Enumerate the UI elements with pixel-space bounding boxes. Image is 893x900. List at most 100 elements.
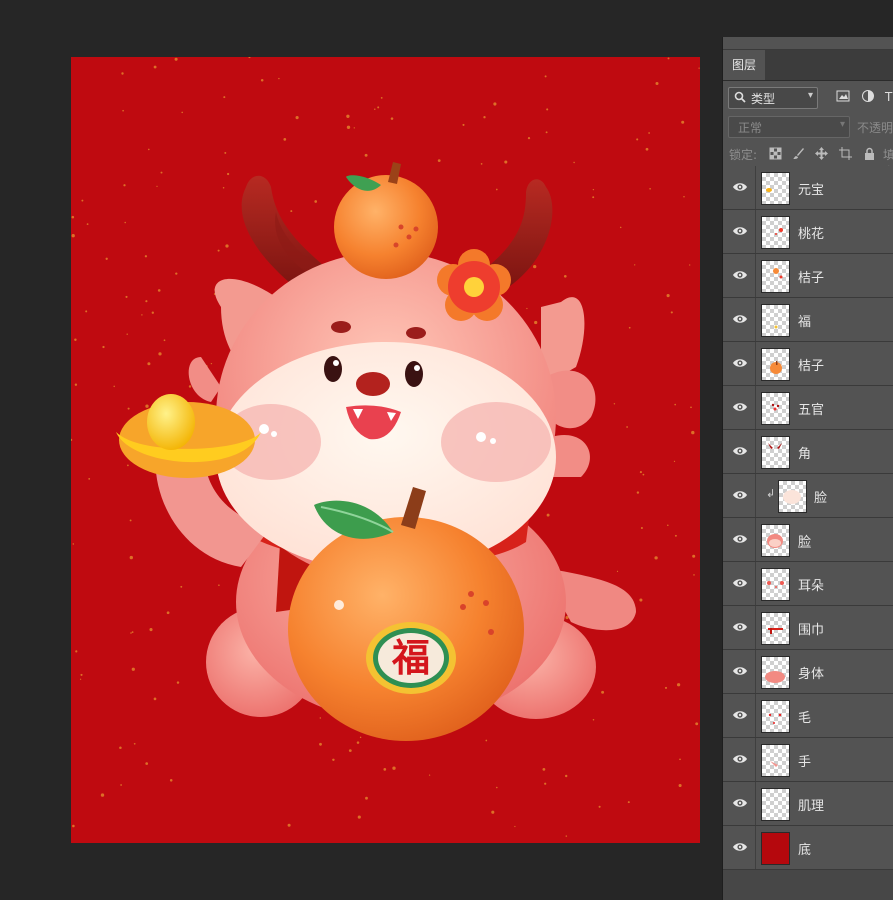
lock-pixels-brush-icon[interactable] (792, 147, 805, 160)
visibility-eye-icon[interactable] (732, 709, 748, 721)
layer-name[interactable]: 围巾 (798, 619, 824, 638)
visibility-eye-icon[interactable] (732, 269, 748, 281)
layer-name[interactable]: 手 (798, 751, 811, 770)
layer-thumbnail-art (762, 833, 789, 864)
visibility-eye-icon[interactable] (732, 313, 748, 325)
panel-tabbar: 图层 (723, 50, 893, 81)
layer-name[interactable]: 耳朵 (798, 575, 824, 594)
visibility-eye-icon[interactable] (732, 753, 748, 765)
layer-name[interactable]: 桔子 (798, 355, 824, 374)
fu-badge-text: 福 (391, 635, 430, 680)
type-layer-filter-icon[interactable]: T (883, 89, 893, 103)
layer-row[interactable]: 脸 (723, 518, 893, 562)
layer-row[interactable]: 手 (723, 738, 893, 782)
eye-column-divider (755, 386, 756, 429)
tab-layers[interactable]: 图层 (723, 50, 765, 80)
lock-artboard-icon[interactable] (839, 147, 852, 160)
eye-column-divider (755, 606, 756, 649)
layer-name[interactable]: 桔子 (798, 267, 824, 286)
layer-row[interactable]: 底 (723, 826, 893, 870)
lock-all-icon[interactable] (863, 147, 876, 160)
layer-name[interactable]: 毛 (798, 707, 811, 726)
layer-thumbnail[interactable] (761, 700, 790, 733)
layer-thumbnail[interactable] (761, 788, 790, 821)
eye-column-divider (755, 342, 756, 385)
layer-name[interactable]: 元宝 (798, 179, 824, 198)
layer-thumbnail-art (770, 361, 782, 374)
eye-column-divider (755, 254, 756, 297)
layer-thumbnail[interactable] (761, 216, 790, 249)
layer-thumbnail[interactable] (761, 348, 790, 381)
layer-thumbnail[interactable] (761, 304, 790, 337)
visibility-eye-icon[interactable] (732, 797, 748, 809)
layer-name[interactable]: 肌理 (798, 795, 824, 814)
layer-name[interactable]: 五官 (798, 399, 824, 418)
visibility-eye-icon[interactable] (732, 621, 748, 633)
visibility-eye-icon[interactable] (732, 577, 748, 589)
filter-kind-select[interactable]: 类型 ▾ (728, 87, 818, 109)
layer-row[interactable]: 毛 (723, 694, 893, 738)
layer-row[interactable]: 耳朵 (723, 562, 893, 606)
layer-row[interactable]: 肌理 (723, 782, 893, 826)
layer-name[interactable]: 福 (798, 311, 811, 330)
layer-name[interactable]: 角 (798, 443, 811, 462)
visibility-eye-icon[interactable] (732, 533, 748, 545)
layer-row[interactable]: 桔子 (723, 254, 893, 298)
layer-thumbnail[interactable] (761, 832, 790, 865)
layer-thumbnail[interactable] (761, 656, 790, 689)
layer-row[interactable]: 桔子 (723, 342, 893, 386)
layer-thumbnail[interactable] (761, 744, 790, 777)
visibility-eye-icon[interactable] (732, 357, 748, 369)
layer-name[interactable]: 底 (798, 839, 811, 858)
layer-name[interactable]: 身体 (798, 663, 824, 682)
layer-thumbnail[interactable] (761, 568, 790, 601)
layer-thumbnail-art (768, 443, 782, 449)
blend-mode-select[interactable]: 正常 ▾ (728, 116, 850, 138)
visibility-eye-icon[interactable] (732, 445, 748, 457)
opacity-label[interactable]: 不透明度: (857, 119, 893, 136)
filter-kind-label: 类型 (751, 92, 776, 106)
eye-column-divider (755, 694, 756, 737)
layer-thumbnail[interactable] (761, 612, 790, 645)
layer-row[interactable]: ↲ 脸 (723, 474, 893, 518)
layer-thumbnail-art (768, 628, 783, 634)
layer-thumbnail-art (775, 228, 783, 235)
visibility-eye-icon[interactable] (732, 225, 748, 237)
layer-name[interactable]: 脸 (798, 531, 811, 550)
layer-name[interactable]: 桃花 (798, 223, 824, 242)
document-canvas[interactable]: 福 (71, 57, 700, 843)
eye-column-divider (755, 166, 756, 209)
layer-row[interactable]: 五官 (723, 386, 893, 430)
lock-position-move-icon[interactable] (815, 147, 828, 160)
layer-thumbnail[interactable] (778, 480, 807, 513)
visibility-eye-icon[interactable] (732, 401, 748, 413)
eye-column-divider (755, 210, 756, 253)
chevron-down-icon: ▾ (807, 90, 813, 101)
lock-transparency-icon[interactable] (769, 147, 782, 160)
eye-column-divider (755, 474, 756, 517)
layer-row[interactable]: 角 (723, 430, 893, 474)
visibility-eye-icon[interactable] (732, 489, 748, 501)
layer-thumbnail-art (783, 490, 801, 504)
visibility-eye-icon[interactable] (732, 665, 748, 677)
dragon-illustration: 福 (71, 57, 700, 837)
blend-row: 正常 ▾ 不透明度: (723, 113, 893, 141)
layer-row[interactable]: 福 (723, 298, 893, 342)
layer-thumbnail[interactable] (761, 436, 790, 469)
layer-row[interactable]: 身体 (723, 650, 893, 694)
layer-row[interactable]: 围巾 (723, 606, 893, 650)
panel-grip[interactable] (723, 37, 893, 50)
eye-column-divider (755, 430, 756, 473)
visibility-eye-icon[interactable] (732, 841, 748, 853)
layer-thumbnail[interactable] (761, 524, 790, 557)
adjustment-layer-filter-icon[interactable] (861, 89, 875, 103)
layer-row[interactable]: 桃花 (723, 210, 893, 254)
visibility-eye-icon[interactable] (732, 181, 748, 193)
layer-thumbnail[interactable] (761, 392, 790, 425)
clipping-mask-arrow-icon: ↲ (766, 487, 776, 500)
layer-name[interactable]: 脸 (814, 487, 827, 506)
pixel-layer-filter-icon[interactable] (836, 89, 850, 103)
layer-row[interactable]: 元宝 (723, 166, 893, 210)
layer-thumbnail[interactable] (761, 172, 790, 205)
layer-thumbnail[interactable] (761, 260, 790, 293)
